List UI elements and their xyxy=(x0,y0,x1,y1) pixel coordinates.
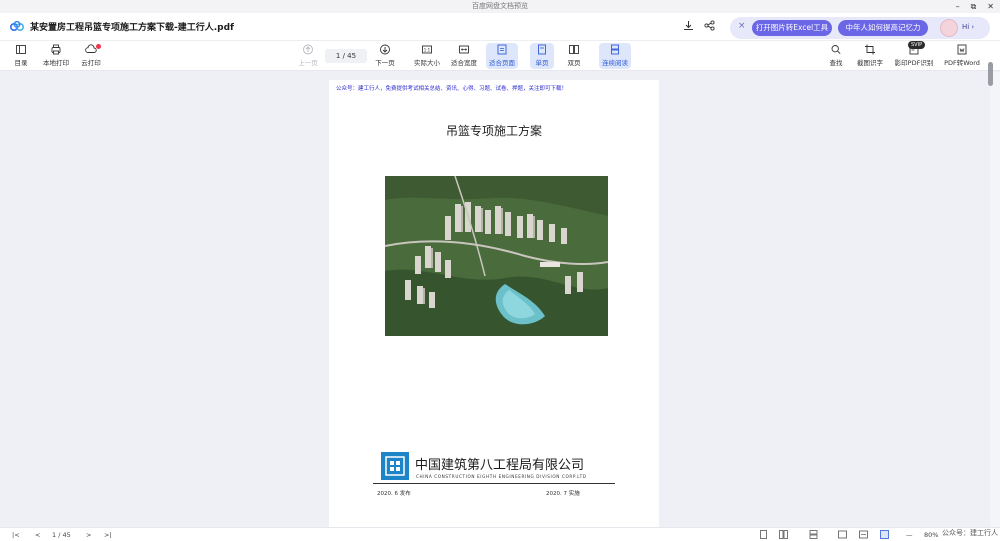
promo-memory-button[interactable]: 中年人如何提高记忆力 xyxy=(838,20,928,36)
baidu-netdisk-logo-icon xyxy=(10,21,24,31)
close-window-button[interactable]: ✕ xyxy=(987,0,994,13)
download-icon[interactable] xyxy=(683,20,694,31)
continuous-reading-icon xyxy=(611,44,619,55)
fit-page-small-icon[interactable] xyxy=(880,530,889,539)
double-view-icon[interactable] xyxy=(779,530,788,539)
prev-page-label: 上一页 xyxy=(298,59,318,67)
document-title: 某安置房工程吊篮专项施工方案下载-建工行人.pdf xyxy=(30,23,234,33)
next-page-icon xyxy=(380,44,390,55)
printer-icon xyxy=(51,44,61,55)
cloud-print-label: 云打印 xyxy=(81,59,101,67)
watermark-text: 公众号：建工行人 xyxy=(942,529,998,537)
screenshot-crop-icon xyxy=(865,44,875,55)
pdf-to-word-label: PDF转Word xyxy=(944,59,980,67)
effective-date: 2020. 7 实施 xyxy=(546,491,580,497)
double-page-label: 双页 xyxy=(567,59,581,67)
actual-size-small-icon[interactable] xyxy=(838,530,847,539)
document-heading: 吊篮专项施工方案 xyxy=(445,124,542,138)
svip-badge: SVIP xyxy=(908,41,926,49)
actual-size-label: 实际大小 xyxy=(414,59,440,67)
actual-size-button[interactable]: 1:1 实际大小 xyxy=(411,43,443,69)
fit-page-label: 适合页面 xyxy=(489,59,515,67)
search-button[interactable]: 查找 xyxy=(826,43,846,69)
single-page-button[interactable]: 单页 xyxy=(530,43,554,69)
local-print-label: 本地打印 xyxy=(43,59,69,67)
continuous-reading-label: 连续阅读 xyxy=(602,59,628,67)
single-page-icon xyxy=(538,44,546,55)
prev-page-button[interactable]: 上一页 xyxy=(296,43,320,69)
screenshot-ocr-button[interactable]: 截图识字 xyxy=(854,43,886,69)
divider-line xyxy=(373,483,615,484)
vertical-scrollbar[interactable] xyxy=(990,72,1000,527)
next-page-button[interactable]: 下一页 xyxy=(373,43,397,69)
actual-size-icon: 1:1 xyxy=(422,45,432,54)
share-icon[interactable] xyxy=(704,20,715,31)
publish-date: 2020. 6 发布 xyxy=(377,491,411,497)
bottom-page-indicator: 1 / 45 xyxy=(52,531,71,539)
scrollbar-thumb[interactable] xyxy=(988,62,993,86)
zoom-level[interactable]: 80% xyxy=(924,530,938,540)
screenshot-ocr-label: 截图识字 xyxy=(857,59,883,67)
os-title-bar: 百度网盘文档预览 – ⧉ ✕ xyxy=(0,0,1000,13)
notification-dot xyxy=(96,44,101,49)
fit-width-button[interactable]: 适合宽度 xyxy=(449,43,479,69)
continuous-reading-button[interactable]: 连续阅读 xyxy=(599,43,631,69)
cscec-logo-icon xyxy=(381,452,409,480)
scroll-view-icon[interactable] xyxy=(809,530,818,539)
pdf-to-word-icon xyxy=(957,44,967,55)
svg-text:1:1: 1:1 xyxy=(424,48,431,53)
last-page-button[interactable]: >| xyxy=(104,530,112,540)
os-title: 百度网盘文档预览 xyxy=(472,2,528,10)
scan-pdf-label: 影印PDF识别 xyxy=(894,59,934,67)
page-number-input[interactable]: 1 / 45 xyxy=(325,49,367,63)
document-viewport[interactable]: 公众号：建工行人，免费提供考试相关总结、资讯、心得、习题、试卷、押题，关注即可下… xyxy=(0,72,990,527)
company-name-en: CHINA CONSTRUCTION EIGHTH ENGINEERING DI… xyxy=(416,474,587,479)
promo-close-button[interactable]: × xyxy=(738,21,746,31)
hi-assistant-link[interactable]: Hi › xyxy=(962,23,974,31)
reader-toolbar: 目录 本地打印 云打印 上一页 1 / 45 下一页 1:1 实际大小 适合宽度… xyxy=(0,41,1000,71)
single-page-label: 单页 xyxy=(535,59,549,67)
app-header: 某安置房工程吊篮专项施工方案下载-建工行人.pdf × 打开图片转Excel工具… xyxy=(0,13,1000,41)
pdf-page: 公众号：建工行人，免费提供考试相关总结、资讯、心得、习题、试卷、押题，关注即可下… xyxy=(329,80,659,527)
zoom-out-button[interactable]: — xyxy=(906,530,913,540)
bottom-next-button[interactable]: > xyxy=(86,530,91,540)
promo-banner: × 打开图片转Excel工具 中年人如何提高记忆力 Hi › xyxy=(730,17,990,39)
search-label: 查找 xyxy=(829,59,843,67)
restore-button[interactable]: ⧉ xyxy=(971,0,977,13)
fit-page-button[interactable]: 适合页面 xyxy=(486,43,518,69)
fit-width-small-icon[interactable] xyxy=(859,530,868,539)
double-page-icon xyxy=(569,45,579,54)
double-page-button[interactable]: 双页 xyxy=(562,43,586,69)
aerial-site-photo xyxy=(385,176,608,336)
catalog-label: 目录 xyxy=(14,59,28,67)
fit-width-icon xyxy=(459,45,469,54)
minimize-button[interactable]: – xyxy=(956,0,960,13)
bottom-status-bar: |< < 1 / 45 > >| — 80% xyxy=(0,527,1000,541)
prev-page-icon xyxy=(303,44,313,55)
fit-width-label: 适合宽度 xyxy=(451,59,477,67)
assistant-avatar[interactable] xyxy=(940,19,958,37)
fit-page-icon xyxy=(497,44,507,55)
catalog-button[interactable]: 目录 xyxy=(8,43,34,69)
local-print-button[interactable]: 本地打印 xyxy=(40,43,72,69)
bottom-prev-button[interactable]: < xyxy=(35,530,40,540)
promo-excel-tool-button[interactable]: 打开图片转Excel工具 xyxy=(752,20,832,36)
first-page-button[interactable]: |< xyxy=(12,530,20,540)
single-view-icon[interactable] xyxy=(759,530,768,539)
pdf-to-word-button[interactable]: PDF转Word xyxy=(942,43,982,69)
company-name-cn: 中国建筑第八工程局有限公司 xyxy=(415,458,585,473)
page-notice-text: 公众号：建工行人，免费提供考试相关总结、资讯、心得、习题、试卷、押题，关注即可下… xyxy=(336,86,568,92)
search-icon xyxy=(831,45,841,55)
catalog-icon xyxy=(16,45,26,54)
next-page-label: 下一页 xyxy=(375,59,395,67)
